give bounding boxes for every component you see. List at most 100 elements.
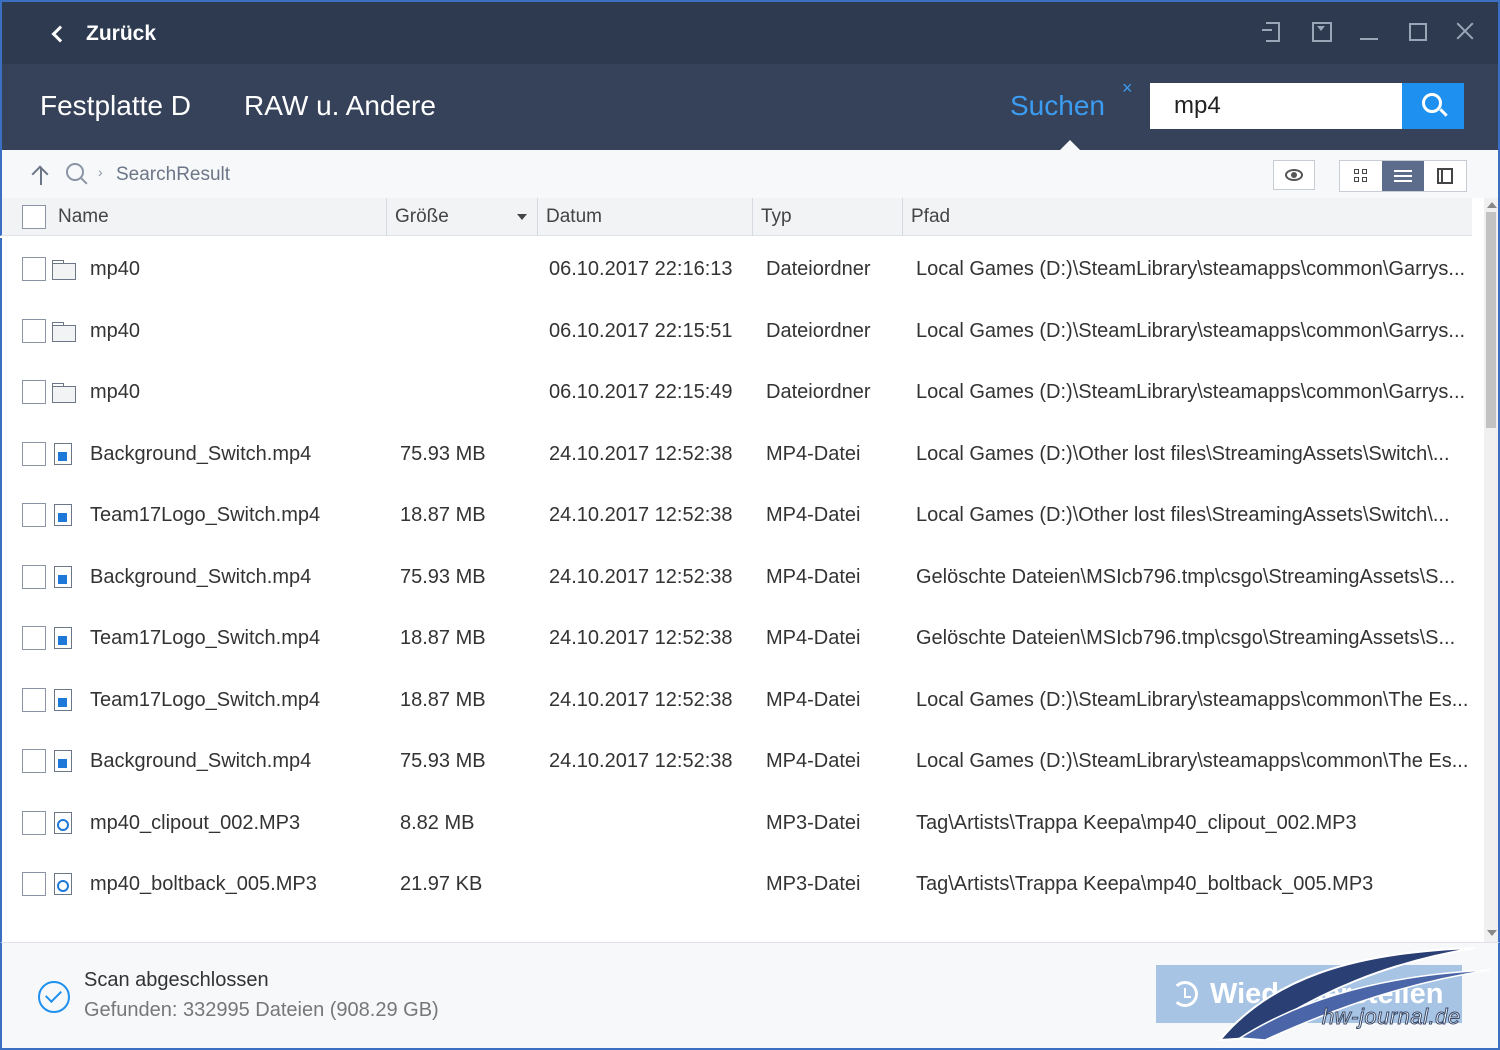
view-mode-group — [1339, 160, 1467, 192]
scroll-down-icon[interactable] — [1487, 930, 1497, 936]
cell-path: Local Games (D:)\Other lost files\Stream… — [916, 442, 1450, 465]
row-checkbox[interactable] — [22, 687, 46, 712]
cell-path: Tag\Artists\Trappa Keepa\mp40_boltback_0… — [916, 873, 1374, 895]
restore-icon — [1172, 981, 1198, 1007]
maximize-icon[interactable] — [1406, 20, 1428, 42]
minimize-icon[interactable] — [1358, 20, 1380, 42]
row-checkbox[interactable] — [22, 318, 46, 343]
row-checkbox[interactable] — [22, 441, 46, 466]
tab-search[interactable]: Suchen — [1010, 90, 1105, 122]
cell-type: MP3-Datei — [766, 873, 861, 895]
video-file-icon — [54, 504, 72, 526]
cell-date: 06.10.2017 22:15:51 — [549, 319, 733, 342]
table-row[interactable]: Team17Logo_Switch.mp4 18.87 MB 24.10.2017 … — [2, 669, 1484, 731]
table-row[interactable]: Background_Switch.mp4 75.93 MB 24.10.2017 … — [2, 423, 1484, 485]
scan-result-count: Gefunden: 332995 Dateien (908.29 GB) — [84, 999, 439, 1021]
current-path: SearchResult — [116, 164, 231, 185]
cell-size: 8.82 MB — [400, 811, 475, 834]
location-header: Festplatte D RAW u. Andere Suchen × — [0, 64, 1500, 150]
detail-view-button[interactable] — [1424, 161, 1466, 191]
watermark-text: hw-journal.de — [1322, 1004, 1461, 1030]
row-checkbox[interactable] — [22, 749, 46, 773]
column-size[interactable]: Größe — [386, 198, 537, 236]
close-icon[interactable] — [1454, 20, 1476, 42]
panel-icon — [1437, 168, 1453, 184]
column-name[interactable]: Name — [50, 198, 386, 236]
table-header: Name Größe Datum Typ Pfad — [0, 198, 1472, 236]
cell-size — [400, 300, 535, 362]
row-checkbox[interactable] — [22, 810, 46, 835]
column-path[interactable]: Pfad — [902, 198, 1472, 236]
table-row[interactable]: Background_Switch.mp4 75.93 MB 24.10.2017 … — [2, 546, 1484, 608]
cell-size — [400, 361, 535, 423]
cell-type: MP4-Datei — [766, 688, 861, 711]
folder-icon — [52, 320, 76, 342]
exit-icon[interactable] — [1262, 20, 1284, 42]
select-all-checkbox[interactable] — [22, 205, 46, 229]
cell-type: Dateiordner — [766, 258, 871, 280]
cell-size — [400, 238, 535, 300]
check-circle-icon — [38, 981, 70, 1013]
menu-icon[interactable] — [1310, 20, 1332, 42]
cell-type: Dateiordner — [766, 319, 871, 342]
table-row[interactable]: mp40_clipout_002.MP3 8.82 MB MP3-Datei Tag\… — [2, 792, 1484, 854]
table-row[interactable]: Team17Logo_Switch.mp4 18.87 MB 24.10.2017 … — [2, 607, 1484, 669]
search-icon — [66, 163, 88, 185]
column-date[interactable]: Datum — [537, 198, 752, 236]
video-file-icon — [54, 627, 72, 649]
back-button[interactable]: Zurück — [48, 16, 156, 52]
row-checkbox[interactable] — [22, 257, 46, 281]
scrollbar-thumb[interactable] — [1486, 212, 1496, 428]
column-type[interactable]: Typ — [752, 198, 902, 236]
up-arrow-icon[interactable] — [30, 164, 52, 186]
cell-type: MP3-Datei — [766, 811, 861, 834]
cell-path: Gelöschte Dateien\MSIcb796.tmp\csgo\Stre… — [916, 565, 1456, 588]
folder-icon — [52, 381, 76, 403]
cell-name: Team17Logo_Switch.mp4 — [90, 627, 321, 649]
cell-size: 75.93 MB — [400, 442, 486, 465]
table-row[interactable]: Background_Switch.mp4 75.93 MB 24.10.2017 … — [2, 730, 1484, 792]
cell-path: Local Games (D:)\SteamLibrary\steamapps\… — [916, 319, 1466, 342]
table-row[interactable]: mp40 06.10.2017 22:15:51 Dateiordner Local … — [2, 300, 1484, 362]
cell-type: MP4-Datei — [766, 565, 861, 588]
row-checkbox[interactable] — [22, 872, 46, 896]
cell-date: 24.10.2017 12:52:38 — [549, 504, 733, 526]
cell-path: Local Games (D:)\SteamLibrary\steamapps\… — [916, 381, 1466, 403]
path-toolbar: › SearchResult — [0, 150, 1500, 198]
row-checkbox[interactable] — [22, 503, 46, 527]
cell-name: Team17Logo_Switch.mp4 — [90, 504, 321, 526]
crumb-raw-other[interactable]: RAW u. Andere — [244, 90, 436, 122]
grid-icon — [1354, 169, 1368, 183]
row-checkbox[interactable] — [22, 626, 46, 650]
back-label: Zurück — [86, 22, 157, 45]
active-tab-caret — [1060, 140, 1080, 150]
cell-size: 21.97 KB — [400, 873, 483, 895]
cell-date: 24.10.2017 12:52:38 — [549, 627, 733, 649]
cell-date — [549, 853, 754, 915]
search-input[interactable] — [1150, 83, 1404, 129]
video-file-icon — [54, 442, 72, 465]
cell-name: mp40 — [90, 319, 141, 342]
table-row[interactable]: mp40_boltback_005.MP3 21.97 KB MP3-Datei Ta… — [2, 853, 1484, 915]
grid-view-button[interactable] — [1340, 161, 1382, 191]
cell-date: 24.10.2017 12:52:38 — [549, 688, 733, 711]
cell-name: mp40 — [90, 381, 141, 403]
cell-date: 24.10.2017 12:52:38 — [549, 442, 733, 465]
cell-date: 24.10.2017 12:52:38 — [549, 565, 733, 588]
search-button[interactable] — [1402, 83, 1464, 129]
table-row[interactable]: mp40 06.10.2017 22:16:13 Dateiordner Local … — [2, 238, 1484, 300]
row-checkbox[interactable] — [22, 564, 46, 589]
cell-name: Team17Logo_Switch.mp4 — [90, 688, 321, 711]
column-size-label: Größe — [395, 206, 449, 227]
table-row[interactable]: mp40 06.10.2017 22:15:49 Dateiordner Local … — [2, 361, 1484, 423]
cell-date — [549, 792, 754, 854]
folder-icon — [52, 258, 76, 280]
table-row[interactable]: Team17Logo_Switch.mp4 18.87 MB 24.10.2017 … — [2, 484, 1484, 546]
scroll-up-icon[interactable] — [1487, 202, 1497, 208]
preview-button[interactable] — [1273, 160, 1315, 190]
close-search-icon[interactable]: × — [1122, 78, 1133, 99]
vertical-scrollbar[interactable] — [1484, 198, 1500, 942]
row-checkbox[interactable] — [22, 380, 46, 404]
crumb-drive[interactable]: Festplatte D — [40, 90, 191, 122]
list-view-button[interactable] — [1382, 161, 1424, 191]
